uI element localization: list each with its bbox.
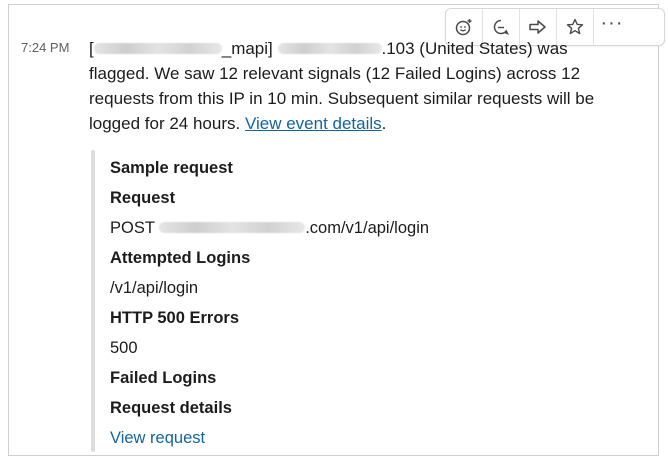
attachment-bar xyxy=(91,150,95,452)
message-text: [_mapi] .103 (United States) was flagged… xyxy=(89,36,655,136)
request-path: .com/v1/api/login xyxy=(305,219,430,237)
username-suffix: _mapi] xyxy=(221,39,273,58)
attempted-logins-label: Attempted Logins xyxy=(110,249,251,267)
message-line-1: [_mapi] .103 (United States) was xyxy=(89,36,655,61)
attempted-logins-value: /v1/api/login xyxy=(110,279,199,297)
redacted-host xyxy=(159,221,306,233)
message-timestamp[interactable]: 7:24 PM xyxy=(21,40,69,55)
failed-logins-label: Failed Logins xyxy=(110,369,217,387)
view-event-details-link[interactable]: View event details xyxy=(245,114,382,133)
http500-label: HTTP 500 Errors xyxy=(110,309,240,327)
more-actions-icon: ··· xyxy=(600,12,624,34)
sample-request-heading: Sample request xyxy=(110,159,233,177)
message-line-3: requests from this IP in 10 min. Subsequ… xyxy=(89,89,595,108)
message-line-2: flagged. We saw 12 relevant signals (12 … xyxy=(89,64,581,83)
request-label: Request xyxy=(110,189,176,207)
share-message-icon xyxy=(529,20,546,34)
request-details-label: Request details xyxy=(110,399,232,417)
ip-tail-text: .103 (United States) was xyxy=(381,39,568,58)
attachment-body: Sample request Request POST .com/v1/api/… xyxy=(110,153,650,453)
add-reaction-icon xyxy=(455,19,472,36)
redacted-username xyxy=(93,42,222,54)
request-method: POST xyxy=(110,219,160,237)
message-line-4-prefix: logged for 24 hours. xyxy=(89,114,245,133)
reply-thread-icon xyxy=(493,19,509,35)
redacted-ip xyxy=(277,42,382,54)
request-value: POST .com/v1/api/login xyxy=(110,213,650,243)
message-line-4-suffix: . xyxy=(381,114,387,133)
message-line-4: logged for 24 hours. View event details. xyxy=(89,111,655,136)
view-request-link[interactable]: View request xyxy=(110,423,650,453)
save-star-icon xyxy=(566,18,584,35)
http500-value: 500 xyxy=(110,339,138,357)
